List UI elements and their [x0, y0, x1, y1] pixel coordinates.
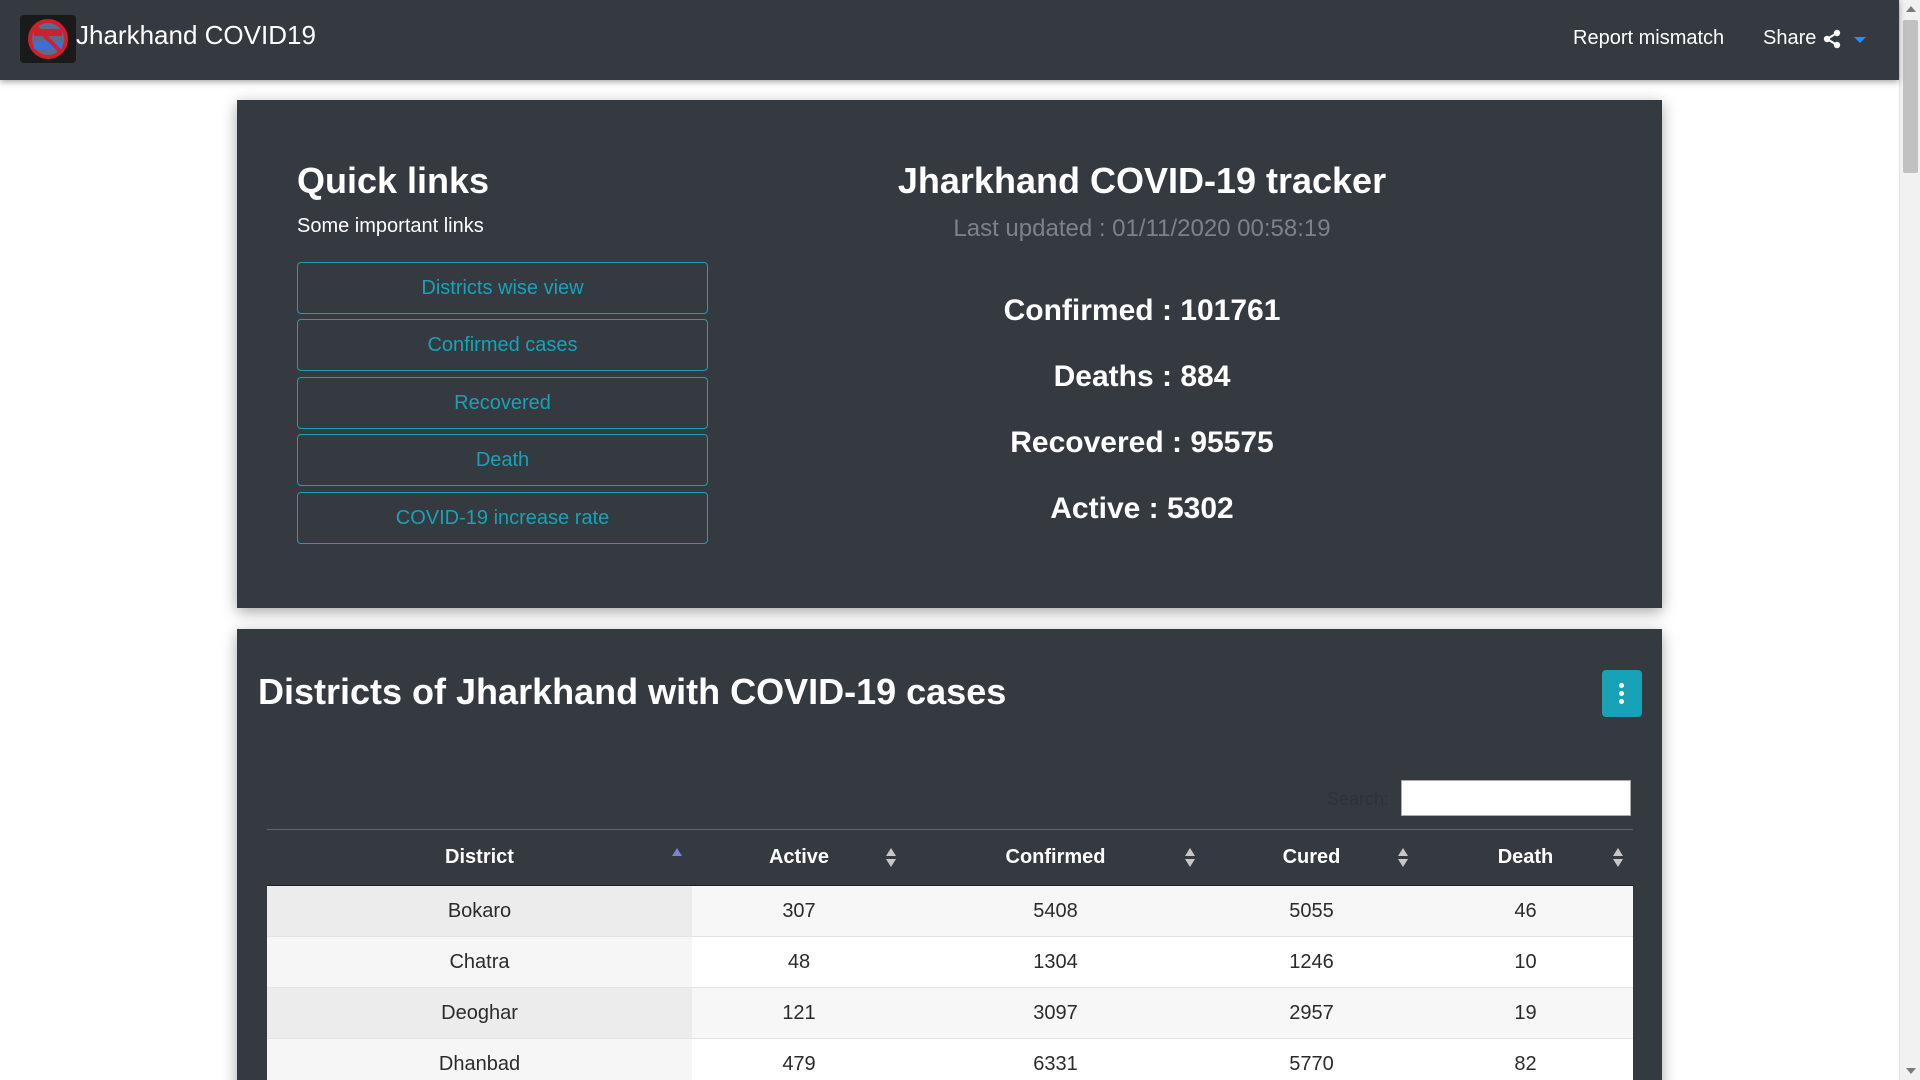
caret-down-icon: [1854, 36, 1867, 43]
vertical-scrollbar[interactable]: [1899, 0, 1920, 1080]
table-header-row: District Active Confirmed Cured Death: [267, 829, 1633, 886]
districts-table: District Active Confirmed Cured Death Bo…: [267, 829, 1633, 1080]
confirmed-cell: 5408: [906, 885, 1205, 937]
table-row: Chatra 48 1304 1246 10: [267, 936, 1633, 988]
confirmed-cases-button[interactable]: Confirmed cases: [297, 319, 708, 371]
recovered-button[interactable]: Recovered: [297, 377, 708, 429]
increase-rate-button[interactable]: COVID-19 increase rate: [297, 492, 708, 544]
quick-links-subtitle: Some important links: [297, 215, 484, 237]
active-cell: 121: [692, 987, 906, 1039]
column-header-label: Death: [1497, 846, 1554, 868]
brand-title[interactable]: Jharkhand COVID19: [76, 20, 316, 51]
search-label: Search:: [1327, 789, 1390, 809]
active-stat: Active : 5302: [1050, 492, 1234, 525]
cured-cell: 5055: [1205, 885, 1418, 937]
tracker-title: Jharkhand COVID-19 tracker: [897, 160, 1387, 201]
active-cell: 48: [692, 936, 906, 988]
death-button[interactable]: Death: [297, 434, 708, 486]
menu-dot: [1619, 691, 1624, 696]
sort-both-icon: [886, 848, 896, 870]
top-navbar: Jharkhand COVID19 Report mismatch Share: [0, 0, 1899, 80]
district-cell: Chatra: [267, 936, 692, 988]
death-cell: 82: [1418, 1038, 1633, 1080]
sort-both-icon: [1398, 848, 1408, 870]
sort-ascending-icon: [672, 848, 682, 870]
sort-both-icon: [1185, 848, 1195, 870]
scroll-down-arrow-icon[interactable]: [1906, 1068, 1916, 1074]
confirmed-cell: 3097: [906, 987, 1205, 1039]
districts-title: Districts of Jharkhand with COVID-19 cas…: [258, 671, 1007, 712]
active-cell: 307: [692, 885, 906, 937]
confirmed-cell: 6331: [906, 1038, 1205, 1080]
district-cell: Deoghar: [267, 987, 692, 1039]
menu-dot: [1619, 683, 1624, 688]
cured-cell: 1246: [1205, 936, 1418, 988]
death-cell: 10: [1418, 936, 1633, 988]
column-header-label: District: [445, 846, 514, 868]
death-cell: 46: [1418, 885, 1633, 937]
scrollbar-thumb[interactable]: [1903, 20, 1918, 173]
table-row: Bokaro 307 5408 5055 46: [267, 885, 1633, 937]
corona-virus-logo-icon[interactable]: [20, 15, 76, 63]
cured-cell: 2957: [1205, 987, 1418, 1039]
active-cell: 479: [692, 1038, 906, 1080]
district-cell: Dhanbad: [267, 1038, 692, 1080]
confirmed-cell: 1304: [906, 936, 1205, 988]
share-label: Share: [1763, 27, 1817, 49]
share-icon: [1822, 29, 1842, 49]
table-row: Deoghar 121 3097 2957 19: [267, 987, 1633, 1039]
districts-card: Districts of Jharkhand with COVID-19 cas…: [237, 629, 1662, 1080]
table-row: Dhanbad 479 6331 5770 82: [267, 1038, 1633, 1080]
district-cell: Bokaro: [267, 885, 692, 937]
column-header-label: Confirmed: [1005, 846, 1106, 868]
share-dropdown[interactable]: Share: [1763, 27, 1867, 50]
last-updated-text: Last updated : 01/11/2020 00:58:19: [953, 215, 1331, 242]
summary-card: Quick links Some important links Distric…: [237, 100, 1662, 608]
column-header-label: Cured: [1282, 846, 1341, 868]
column-header-death[interactable]: Death: [1418, 829, 1633, 886]
death-cell: 19: [1418, 987, 1633, 1039]
districts-wise-view-button[interactable]: Districts wise view: [297, 262, 708, 314]
confirmed-stat: Confirmed : 101761: [1003, 294, 1281, 327]
quick-links-title: Quick links: [297, 160, 490, 201]
recovered-stat: Recovered : 95575: [1010, 426, 1274, 459]
scroll-up-arrow-icon[interactable]: [1906, 6, 1916, 12]
column-header-label: Active: [768, 846, 830, 868]
cured-cell: 5770: [1205, 1038, 1418, 1080]
column-header-cured[interactable]: Cured: [1205, 829, 1418, 886]
search-input[interactable]: [1401, 780, 1631, 816]
column-header-active[interactable]: Active: [692, 829, 906, 886]
report-mismatch-link[interactable]: Report mismatch: [1573, 27, 1724, 50]
sort-both-icon: [1613, 848, 1623, 870]
menu-dot: [1619, 699, 1624, 704]
deaths-stat: Deaths : 884: [1053, 360, 1231, 393]
column-header-district[interactable]: District: [267, 829, 692, 886]
kebab-menu-icon[interactable]: [1602, 670, 1642, 717]
column-header-confirmed[interactable]: Confirmed: [906, 829, 1205, 886]
